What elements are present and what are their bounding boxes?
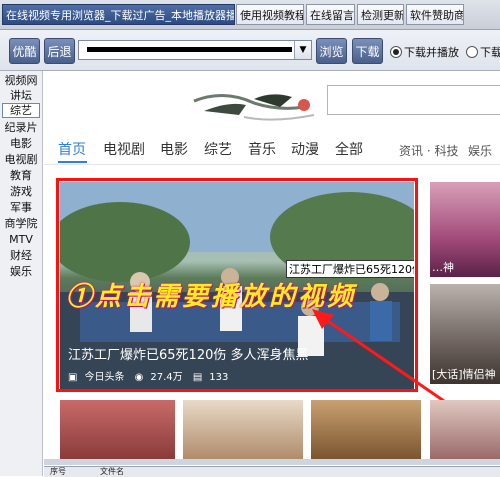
back-button[interactable]: 后退 <box>44 38 75 64</box>
radio-selected-icon <box>390 46 402 58</box>
nav-movies[interactable]: 电影 <box>160 139 188 159</box>
tab-sponsor[interactable]: 软件赞助商 <box>406 4 464 25</box>
sidebar-item-mtv[interactable]: MTV <box>2 232 40 247</box>
sidebar-item-documentary[interactable]: 纪录片 <box>2 120 40 135</box>
dropdown-arrow-icon[interactable]: ▼ <box>294 41 311 59</box>
nav-all[interactable]: 全部 <box>335 139 363 159</box>
side-video-caption-1: …神 <box>432 261 454 274</box>
bottom-video-thumbnail-4[interactable] <box>430 400 500 459</box>
download-list-header: 序号 文件名 <box>44 466 500 477</box>
sidebar-item-military[interactable]: 军事 <box>2 200 40 215</box>
radio-download[interactable]: 下载 <box>466 44 500 60</box>
sidebar-item-tv-series[interactable]: 电视剧 <box>2 152 40 167</box>
sidebar-item-business-school[interactable]: 商学院 <box>2 216 40 231</box>
bird-logo-icon <box>193 94 315 121</box>
bottom-video-thumbnail-3[interactable] <box>311 400 421 459</box>
radio-download-play[interactable]: 下载并播放 <box>390 44 459 60</box>
sidebar-item-games[interactable]: 游戏 <box>2 184 40 199</box>
sidebar-item-movies[interactable]: 电影 <box>2 136 40 151</box>
tab-bar: 在线视频专用浏览器_下载过广告_本地播放器播放 使用视频教程 在线留言 检测更新… <box>0 0 500 30</box>
nav-entertainment[interactable]: 娱乐 <box>468 142 492 159</box>
sidebar-item-video-sites[interactable]: 视频网 <box>2 73 40 88</box>
radio-unselected-icon <box>466 46 478 58</box>
browse-button[interactable]: 浏览 <box>316 38 347 64</box>
web-content: 首页 电视剧 电影 综艺 音乐 动漫 全部 资讯 · 科技 娱乐 江苏工厂爆炸已… <box>44 71 500 459</box>
sidebar-item-lectures[interactable]: 讲坛 <box>2 88 40 103</box>
nav-anime[interactable]: 动漫 <box>291 139 319 159</box>
nav-variety[interactable]: 综艺 <box>204 139 232 159</box>
address-bar[interactable]: ▼ <box>78 40 312 60</box>
sidebar-item-entertainment[interactable]: 娱乐 <box>2 264 40 279</box>
nav-news-tech[interactable]: 资讯 · 科技 <box>399 142 458 159</box>
search-input[interactable] <box>327 85 500 115</box>
tab-check-update[interactable]: 检测更新 <box>357 4 404 25</box>
download-button[interactable]: 下载 <box>352 38 383 64</box>
youku-button[interactable]: 优酷 <box>9 38 40 64</box>
tab-message[interactable]: 在线留言 <box>306 4 355 25</box>
address-redaction <box>87 47 292 52</box>
splitter[interactable] <box>44 459 500 465</box>
nav-divider <box>44 164 500 165</box>
category-sidebar: 视频网 讲坛 综艺 纪录片 电影 电视剧 教育 游戏 军事 商学院 MTV 财经… <box>0 71 43 476</box>
nav-music[interactable]: 音乐 <box>248 139 276 159</box>
side-video-caption-2: [大话]情侣神 <box>432 368 496 381</box>
bottom-video-thumbnail-2[interactable] <box>183 400 303 459</box>
nav-home[interactable]: 首页 <box>58 139 86 159</box>
tab-video-tutorial[interactable]: 使用视频教程 <box>236 4 304 25</box>
bottom-video-thumbnail-1[interactable] <box>60 400 175 459</box>
sidebar-item-variety[interactable]: 综艺 <box>2 103 40 118</box>
nav-active-indicator <box>58 161 87 163</box>
nav-tv-series[interactable]: 电视剧 <box>103 139 145 159</box>
tab-online-video-browser[interactable]: 在线视频专用浏览器_下载过广告_本地播放器播放 <box>2 4 235 25</box>
sidebar-item-finance[interactable]: 财经 <box>2 248 40 263</box>
sidebar-item-education[interactable]: 教育 <box>2 168 40 183</box>
